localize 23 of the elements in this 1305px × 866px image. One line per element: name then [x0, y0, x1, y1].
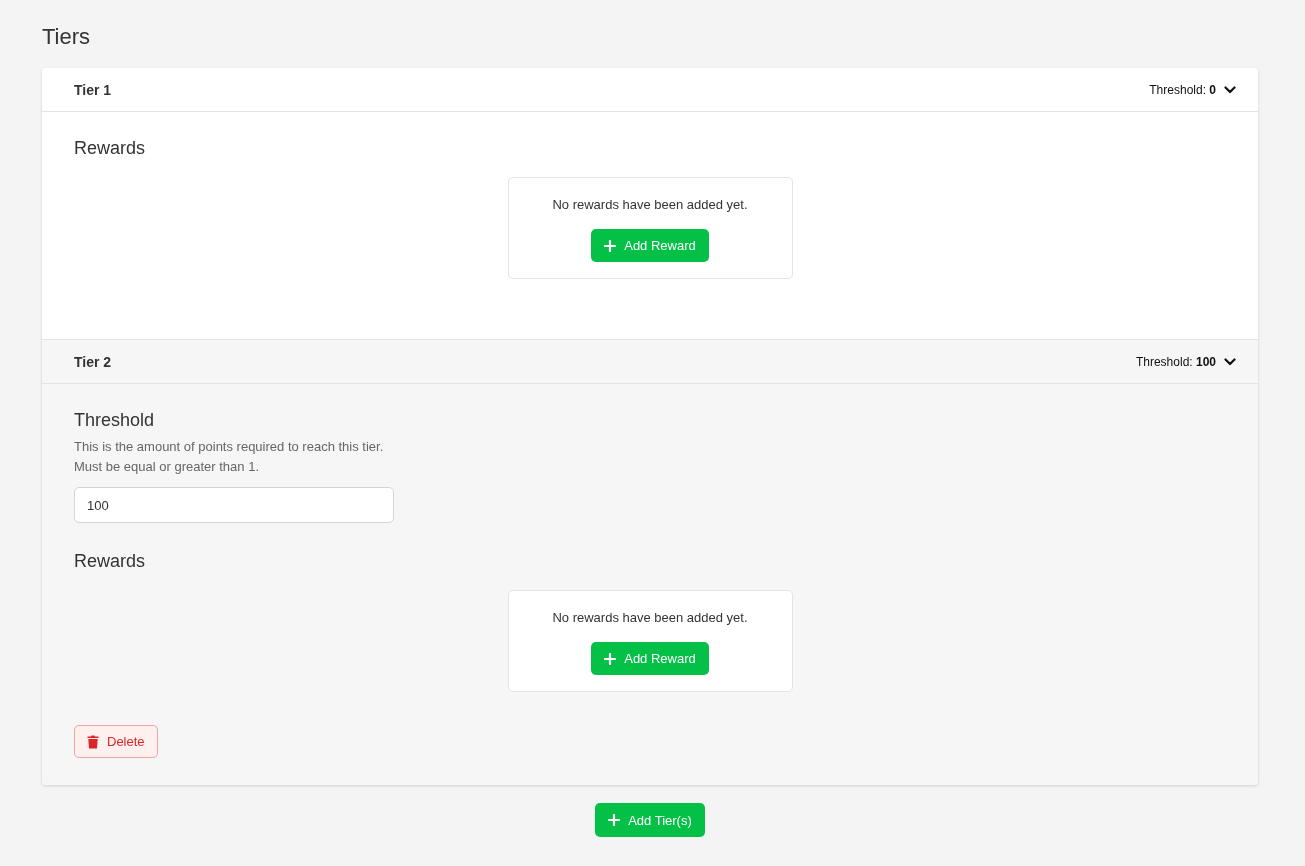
plus-icon — [604, 239, 617, 252]
delete-button[interactable]: Delete — [74, 725, 158, 758]
chevron-down-icon — [1224, 357, 1236, 366]
tier-name: Tier 2 — [74, 353, 112, 370]
add-reward-button[interactable]: Add Reward — [591, 229, 709, 262]
page-title: Tiers — [42, 24, 92, 50]
section-heading: Rewards — [74, 551, 147, 572]
section-heading: Threshold — [74, 410, 156, 431]
plus-icon — [608, 814, 621, 826]
help-text: This is the amount of points required to reach this tier. — [74, 438, 385, 456]
threshold-toggle[interactable]: Threshold: 0 — [1149, 82, 1236, 97]
empty-message: No rewards have been added yet. — [552, 610, 748, 625]
add-reward-button[interactable]: Add Reward — [591, 642, 709, 675]
tier-name: Tier 1 — [74, 81, 112, 98]
plus-icon — [604, 652, 617, 665]
threshold-toggle[interactable]: Threshold: 100 — [1135, 354, 1236, 369]
help-text: Must be equal or greater than 1. — [74, 458, 260, 476]
chevron-down-icon — [1224, 85, 1236, 94]
section-heading: Rewards — [74, 138, 147, 159]
empty-message: No rewards have been added yet. — [552, 197, 748, 212]
trash-icon — [87, 734, 99, 749]
threshold-input[interactable]: 100 — [74, 487, 394, 523]
add-tier-button[interactable]: Add Tier(s) — [595, 803, 705, 837]
